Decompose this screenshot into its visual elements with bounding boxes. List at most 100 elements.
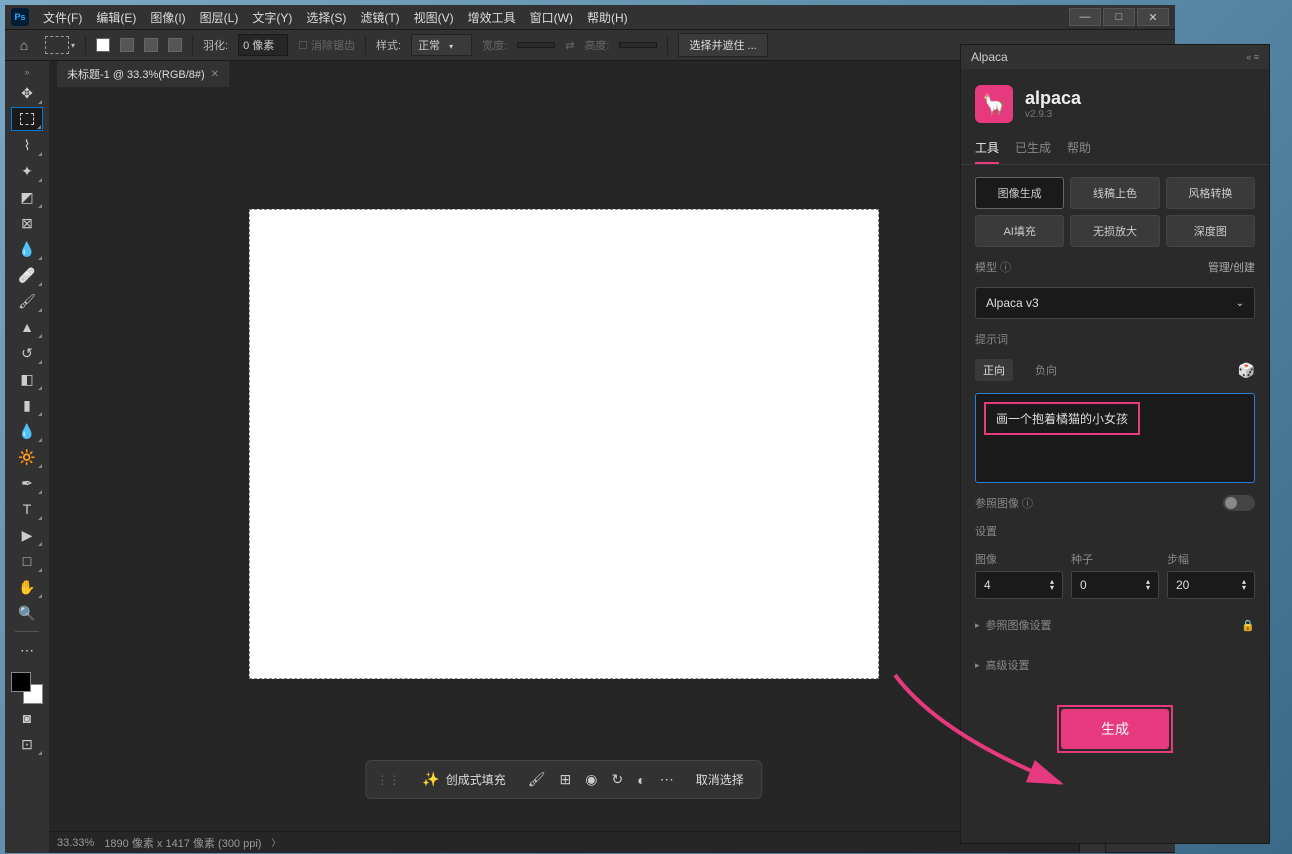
ref-settings-collapse[interactable]: ▸参照图像设置🔒 [975, 611, 1255, 639]
quickmask-tool[interactable]: ◙ [11, 706, 43, 730]
tab-tools[interactable]: 工具 [975, 133, 999, 164]
lock-icon: 🔒 [1241, 619, 1255, 632]
history-brush-tool[interactable]: ↺ [11, 341, 43, 365]
type-tool[interactable]: T [11, 497, 43, 521]
prompt-textarea[interactable]: 画一个抱着橘猫的小女孩 [975, 393, 1255, 483]
eyedropper-tool[interactable]: 💧 [11, 237, 43, 261]
ref-image-label: 参照图像 [975, 498, 1019, 510]
fg-color[interactable] [11, 672, 31, 692]
antialias-checkbox: ☐ 消除锯齿 [298, 37, 355, 53]
maximize-button[interactable]: □ [1103, 8, 1135, 26]
menu-filter[interactable]: 滤镜(T) [354, 7, 405, 28]
canvas[interactable] [249, 209, 879, 679]
menu-window[interactable]: 窗口(W) [524, 7, 579, 28]
sel-intersect-icon[interactable] [168, 38, 182, 52]
menu-plugins[interactable]: 增效工具 [462, 7, 522, 28]
move-tool[interactable]: ✥ [11, 81, 43, 105]
generative-fill-button[interactable]: ✨创成式填充 [414, 767, 513, 792]
feather-input[interactable]: 0 像素 [238, 34, 288, 56]
prompt-label: 提示词 [975, 331, 1008, 347]
steps-label: 步幅 [1167, 551, 1255, 567]
brush-icon[interactable]: 🖌 [528, 771, 546, 788]
crop-tool[interactable]: ◩ [11, 185, 43, 209]
marquee-tool[interactable] [11, 107, 43, 131]
steps-spinner[interactable]: 20▴▾ [1167, 571, 1255, 599]
gradient-tool[interactable]: ▮ [11, 393, 43, 417]
model-select[interactable]: Alpaca v3⌄ [975, 287, 1255, 319]
dice-icon[interactable]: 🎲 [1238, 362, 1255, 379]
select-and-mask-button[interactable]: 选择并遮住 ... [678, 33, 767, 57]
seed-spinner[interactable]: 0▴▾ [1071, 571, 1159, 599]
prompt-tab-positive[interactable]: 正向 [975, 359, 1013, 381]
width-input [517, 42, 555, 48]
pen-tool[interactable]: ✒ [11, 471, 43, 495]
mode-style[interactable]: 风格转换 [1166, 177, 1255, 209]
wand-tool[interactable]: ✦ [11, 159, 43, 183]
sel-sub-icon[interactable] [144, 38, 158, 52]
alpaca-version: v2.9.3 [1025, 109, 1081, 120]
menu-image[interactable]: 图像(I) [144, 7, 191, 28]
screenmode-tool[interactable]: ⊡ [11, 732, 43, 756]
color-swatches[interactable] [11, 672, 43, 704]
alpaca-name: alpaca [1025, 88, 1081, 109]
tab-generated[interactable]: 已生成 [1015, 133, 1051, 164]
stamp-tool[interactable]: ▲ [11, 315, 43, 339]
mode-depth[interactable]: 深度图 [1166, 215, 1255, 247]
titlebar: Ps 文件(F) 编辑(E) 图像(I) 图层(L) 文字(Y) 选择(S) 滤… [5, 5, 1175, 29]
close-icon[interactable]: ✕ [211, 69, 219, 80]
zoom-tool[interactable]: 🔍 [11, 601, 43, 625]
manage-models-link[interactable]: 管理/创建 [1208, 259, 1255, 275]
transform-icon[interactable]: ↻ [611, 771, 623, 788]
menu-type[interactable]: 文字(Y) [246, 7, 298, 28]
window-controls: — □ ✕ [1069, 8, 1169, 26]
hand-tool[interactable]: ✋ [11, 575, 43, 599]
sel-add-icon[interactable] [120, 38, 134, 52]
advanced-settings-collapse[interactable]: ▸高级设置 [975, 651, 1255, 679]
frame-tool[interactable]: ⊠ [11, 211, 43, 235]
more-icon[interactable]: ⋯ [660, 771, 674, 788]
mode-lineart[interactable]: 线稿上色 [1070, 177, 1159, 209]
mode-upscale[interactable]: 无损放大 [1070, 215, 1159, 247]
blur-tool[interactable]: 💧 [11, 419, 43, 443]
mask-icon[interactable]: ◉ [585, 771, 597, 788]
shape-tool[interactable]: □ [11, 549, 43, 573]
eraser-tool[interactable]: ◧ [11, 367, 43, 391]
canvas-viewport[interactable]: ⋮⋮ ✨创成式填充 🖌 ⊞ ◉ ↻ ◐ ⋯ 取消选择 [49, 87, 1079, 831]
ref-image-toggle[interactable] [1223, 495, 1255, 511]
path-select-tool[interactable]: ▶ [11, 523, 43, 547]
close-button[interactable]: ✕ [1137, 8, 1169, 26]
minimize-button[interactable]: — [1069, 8, 1101, 26]
generate-button[interactable]: 生成 [1061, 709, 1169, 749]
menu-edit[interactable]: 编辑(E) [90, 7, 142, 28]
fill-icon[interactable]: ◐ [637, 772, 645, 788]
doc-tab[interactable]: 未标题-1 @ 33.3%(RGB/8#) ✕ [57, 61, 229, 87]
menu-help[interactable]: 帮助(H) [581, 7, 634, 28]
menu-select[interactable]: 选择(S) [300, 7, 352, 28]
brush-tool[interactable]: 🖌 [11, 289, 43, 313]
mode-aifill[interactable]: AI填充 [975, 215, 1064, 247]
menu-view[interactable]: 视图(V) [408, 7, 460, 28]
doc-tab-label: 未标题-1 @ 33.3%(RGB/8#) [67, 66, 205, 82]
images-spinner[interactable]: 4▴▾ [975, 571, 1063, 599]
height-label: 高度: [584, 37, 609, 53]
style-select[interactable]: 正常 ▾ [411, 34, 472, 56]
healing-tool[interactable]: 🩹 [11, 263, 43, 287]
adjust-icon[interactable]: ⊞ [560, 771, 572, 788]
prompt-tab-negative[interactable]: 负向 [1027, 359, 1065, 381]
deselect-button[interactable]: 取消选择 [688, 767, 752, 792]
context-taskbar: ⋮⋮ ✨创成式填充 🖌 ⊞ ◉ ↻ ◐ ⋯ 取消选择 [365, 760, 762, 799]
menu-file[interactable]: 文件(F) [37, 7, 88, 28]
mode-image-gen[interactable]: 图像生成 [975, 177, 1064, 209]
prompt-highlight: 画一个抱着橘猫的小女孩 [984, 402, 1140, 435]
zoom-level[interactable]: 33.33% [57, 837, 94, 849]
home-button[interactable]: ⌂ [13, 34, 35, 56]
drag-handle-icon[interactable]: ⋮⋮ [376, 773, 400, 787]
dodge-tool[interactable]: 🔆 [11, 445, 43, 469]
edit-toolbar[interactable]: ⋯ [11, 638, 43, 662]
lasso-tool[interactable]: ⌇ [11, 133, 43, 157]
tab-help[interactable]: 帮助 [1067, 133, 1091, 164]
settings-label: 设置 [975, 523, 997, 539]
marquee-preview[interactable] [45, 36, 69, 54]
menu-layer[interactable]: 图层(L) [194, 7, 245, 28]
sel-new-icon[interactable] [96, 38, 110, 52]
